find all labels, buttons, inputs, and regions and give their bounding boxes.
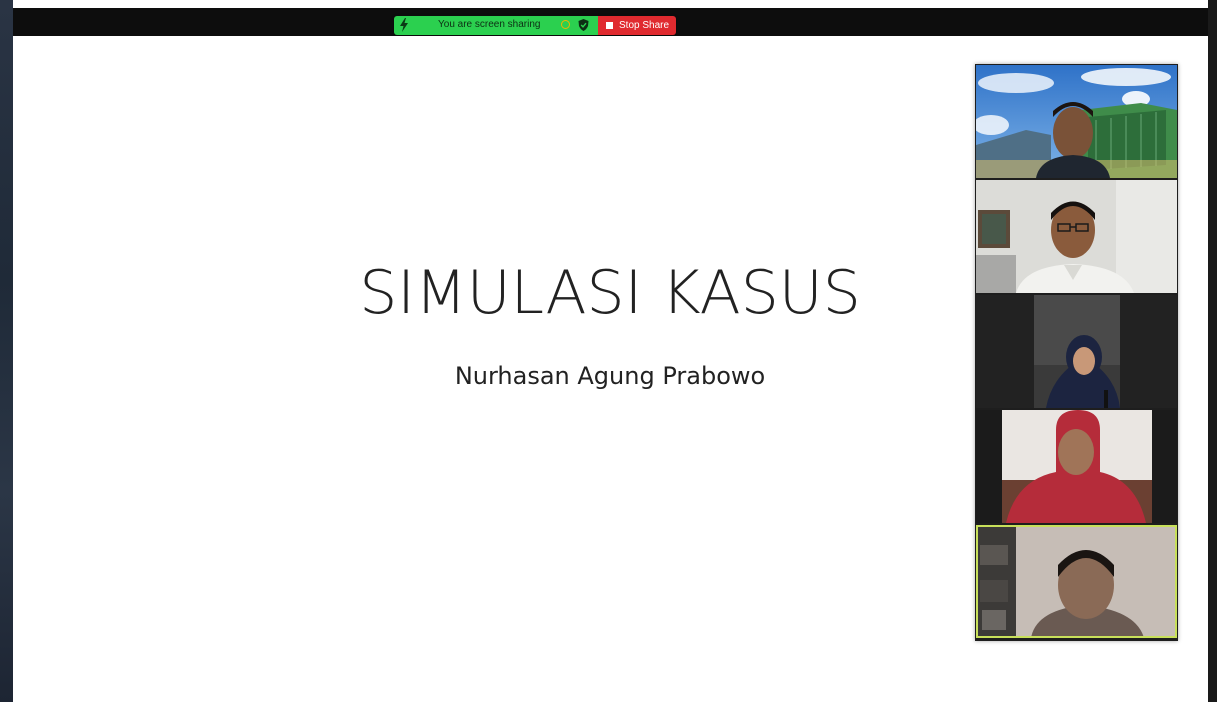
participant-video bbox=[976, 65, 1177, 178]
participant-video-tile[interactable] bbox=[976, 410, 1177, 523]
desktop-edge-right bbox=[1208, 0, 1217, 702]
bolt-icon bbox=[400, 18, 408, 32]
stop-share-label: Stop Share bbox=[619, 20, 670, 31]
shield-icon[interactable] bbox=[578, 19, 589, 31]
participant-video bbox=[976, 180, 1177, 293]
status-circle-icon[interactable] bbox=[561, 20, 570, 29]
desktop-edge-left bbox=[0, 0, 13, 702]
share-status-text: You are screen sharing bbox=[438, 19, 541, 30]
screen-share-bar: You are screen sharing Stop Share bbox=[394, 16, 676, 35]
stop-share-button[interactable]: Stop Share bbox=[598, 16, 676, 35]
participant-video-tile[interactable] bbox=[976, 180, 1177, 293]
participant-video bbox=[976, 410, 1177, 523]
stop-square-icon bbox=[606, 22, 613, 29]
participant-video bbox=[976, 525, 1177, 638]
slide-subtitle: Nurhasan Agung Prabowo bbox=[454, 362, 766, 390]
participant-video bbox=[976, 295, 1177, 408]
participant-video-tile[interactable] bbox=[976, 295, 1177, 408]
participant-video-tile[interactable] bbox=[976, 65, 1177, 178]
window-top-strip bbox=[13, 0, 1208, 8]
participant-video-tile-active[interactable] bbox=[976, 525, 1177, 638]
share-status-area[interactable]: You are screen sharing bbox=[394, 16, 598, 35]
slide-title: SIMULASI KASUS bbox=[359, 258, 861, 328]
participant-gallery bbox=[975, 64, 1178, 641]
